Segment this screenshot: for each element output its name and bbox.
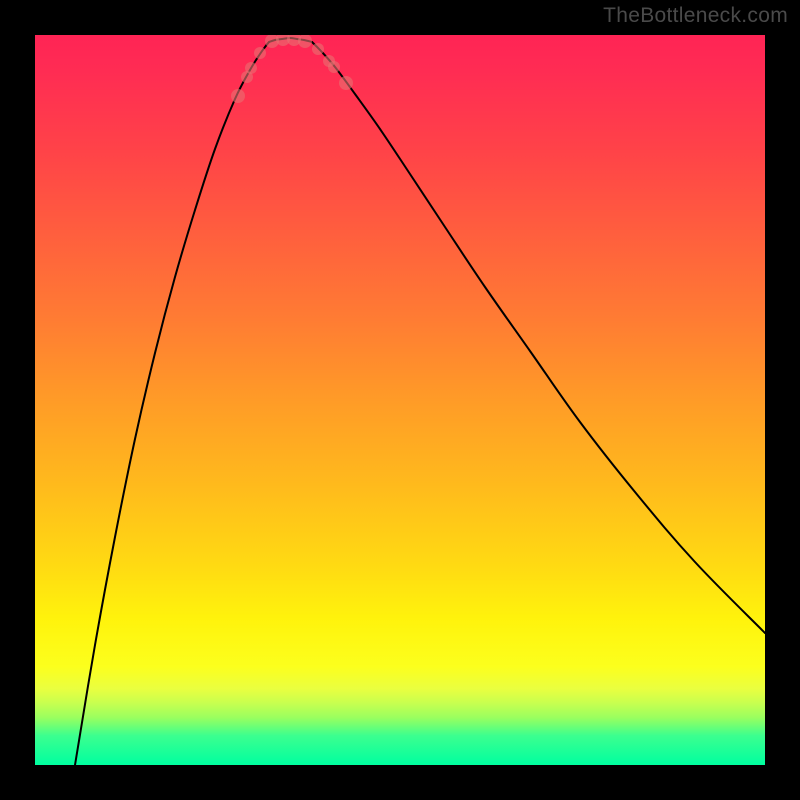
data-marker xyxy=(231,89,245,103)
plot-area xyxy=(35,35,765,765)
data-marker xyxy=(312,43,324,55)
watermark-text: TheBottleneck.com xyxy=(603,4,788,28)
marker-group xyxy=(231,35,353,103)
curve-svg xyxy=(35,35,765,765)
data-marker xyxy=(254,47,266,59)
curve-right-branch xyxy=(312,42,765,633)
data-marker xyxy=(339,76,353,90)
chart-container: TheBottleneck.com xyxy=(0,0,800,800)
data-marker xyxy=(328,61,340,73)
curve-left-branch xyxy=(75,42,269,765)
data-marker xyxy=(298,35,312,48)
data-marker xyxy=(245,62,257,74)
